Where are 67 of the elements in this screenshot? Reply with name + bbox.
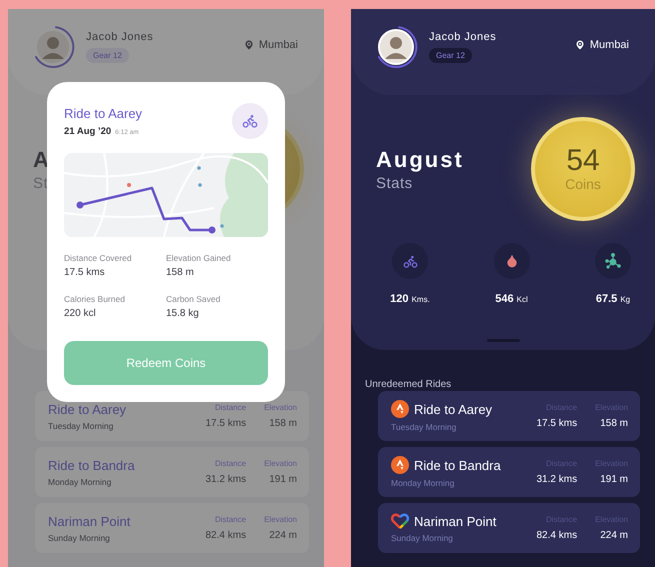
peak-logo-icon — [391, 400, 409, 418]
city-label: Mumbai — [258, 39, 298, 51]
gear-badge: Gear 12 — [429, 48, 472, 63]
elevation-value: 224 m — [600, 530, 628, 541]
location-pin-icon — [242, 39, 255, 51]
molecule-icon — [605, 253, 621, 269]
distance-value: 31.2 kms — [536, 474, 578, 485]
redeem-coins-button[interactable]: Redeem Coins — [64, 341, 268, 385]
distance-value: 82.4 kms — [206, 530, 246, 541]
stat-label: Carbon Saved — [166, 294, 222, 304]
distance-label: Distance — [214, 459, 246, 468]
user-name: Jacob Jones — [429, 31, 496, 43]
coin-label: Coins — [565, 176, 601, 192]
user-name: Jacob Jones — [86, 31, 154, 43]
stat-value: 15.8 kg — [166, 308, 200, 319]
coin-count: 54 — [566, 146, 600, 176]
distance-label: Distance — [214, 515, 246, 524]
ride-title: Ride to Aarey — [414, 402, 492, 416]
ride-title: Ride to Bandra — [48, 458, 135, 472]
ride-time: Monday Morning — [391, 478, 456, 488]
peak-logo-icon — [391, 456, 409, 474]
stat-value: 17.5 kms — [64, 267, 106, 278]
bicycle-icon — [242, 113, 258, 129]
distance-label: Distance — [214, 403, 246, 412]
ride-title: Ride to Aarey — [48, 402, 126, 416]
stat-value: 120 Kms. — [390, 293, 430, 305]
month-title: August — [376, 146, 464, 172]
ride-time: Monday Morning — [48, 476, 112, 486]
elevation-value: 191 m — [600, 474, 628, 485]
ride-title: Ride to Bandra — [414, 458, 501, 472]
stat-label: Distance Covered — [64, 253, 133, 263]
elevation-label: Elevation — [264, 459, 297, 468]
ride-time: Sunday Morning — [391, 533, 454, 543]
section-title: Unredeemed Rides — [365, 379, 452, 390]
distance-value: 17.5 kms — [206, 418, 246, 429]
ride-time: Tuesday Morning — [391, 422, 458, 432]
drop-icon — [504, 254, 518, 268]
stat-label: Elevation Gained — [166, 253, 232, 263]
location-pin-icon — [574, 39, 586, 51]
elevation-value: 158 m — [269, 418, 297, 429]
bicycle-icon — [402, 254, 418, 268]
distance-value: 82.4 kms — [536, 530, 578, 541]
elevation-value: 158 m — [600, 418, 628, 429]
ride-card[interactable]: Nariman Point Sunday Morning Distance 82.4 kms Elevation 224 m — [35, 503, 309, 553]
distance-value: 17.5 kms — [536, 418, 578, 429]
ride-time: Tuesday Morning — [48, 420, 114, 430]
stat-value: 546 Kcl — [495, 293, 528, 305]
elevation-label: Elevation — [264, 403, 297, 412]
ride-card[interactable]: Ride to Bandra Monday Morning Distance 31.2 kms Elevation 191 m — [35, 447, 309, 497]
stat-value: 158 m — [166, 267, 195, 278]
elevation-value: 191 m — [269, 474, 297, 485]
stats-subtitle: Stats — [376, 174, 414, 192]
elevation-label: Elevation — [264, 515, 297, 524]
elevation-value: 224 m — [269, 530, 297, 541]
ride-title: Nariman Point — [414, 514, 496, 528]
gear-badge: Gear 12 — [86, 48, 129, 63]
city-label: Mumbai — [590, 39, 629, 51]
month-title: A — [33, 146, 51, 172]
ride-title: Nariman Point — [48, 514, 130, 528]
stat-value: 67.5 Kg — [596, 293, 630, 305]
ride-date: 21 Aug ’20 — [64, 126, 112, 137]
distance-value: 31.2 kms — [206, 474, 246, 485]
modal-title: Ride to Aarey — [64, 106, 142, 121]
stat-value: 220 kcl — [64, 308, 97, 319]
heart-logo-icon — [391, 513, 409, 529]
ride-time: Sunday Morning — [48, 532, 111, 542]
stat-label: Calories Burned — [64, 294, 126, 304]
